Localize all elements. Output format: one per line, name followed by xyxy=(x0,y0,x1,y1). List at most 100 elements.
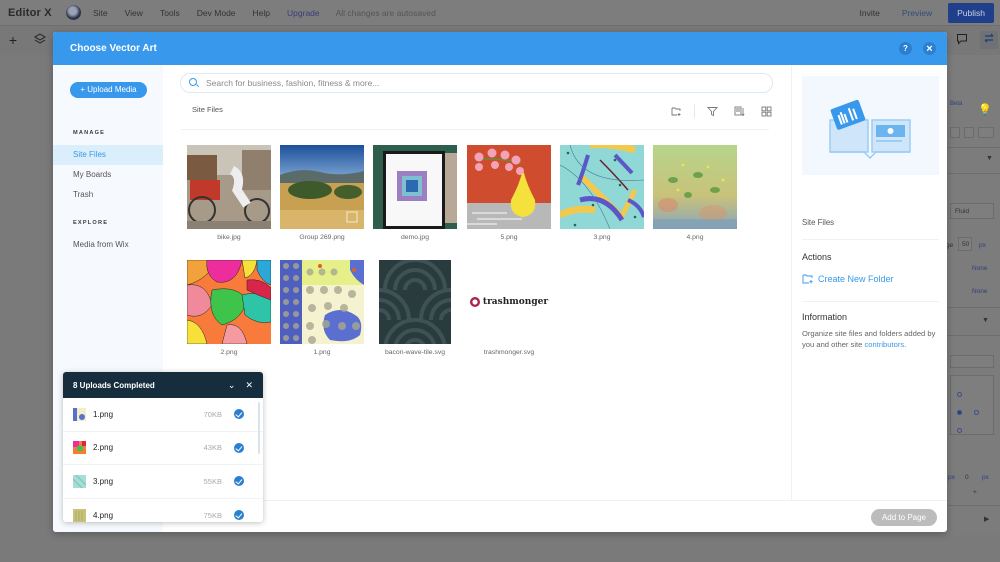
sort-icon[interactable] xyxy=(734,106,745,117)
add-to-page-button[interactable]: Add to Page xyxy=(871,509,937,526)
file-thumbnail-bike[interactable] xyxy=(187,145,271,229)
sidebar-item-site-files[interactable]: Site Files xyxy=(53,145,163,165)
check-circle-icon xyxy=(234,510,244,521)
lightbulb-icon[interactable]: 💡 xyxy=(978,103,992,116)
uploads-header: 8 Uploads Completed ⌄ ✕ xyxy=(63,372,263,398)
publish-button[interactable]: Publish xyxy=(948,2,994,23)
divider xyxy=(802,239,939,240)
scrollbar[interactable] xyxy=(258,402,260,454)
layers-icon[interactable] xyxy=(32,32,48,48)
anchor-point-selected[interactable] xyxy=(957,410,962,415)
uploads-title: 8 Uploads Completed xyxy=(73,380,155,390)
align-button[interactable] xyxy=(978,127,994,138)
trashmonger-logo-text: trashmonger xyxy=(482,297,549,307)
upload-file-name: 4.png xyxy=(93,510,114,520)
close-icon[interactable]: × xyxy=(923,42,936,55)
file-name: Group 269.png xyxy=(299,234,345,241)
file-thumbnail-2[interactable] xyxy=(187,260,271,344)
upload-media-button[interactable]: + Upload Media xyxy=(70,82,147,98)
settings-toggle-icon[interactable] xyxy=(980,31,998,49)
create-new-folder-link[interactable]: Create New Folder xyxy=(802,274,894,284)
file-item[interactable]: bacon-wave-tile.svg xyxy=(373,260,457,356)
upload-file-name: 2.png xyxy=(93,443,114,453)
file-thumbnail-3[interactable] xyxy=(560,145,644,229)
sidebar-item-trash[interactable]: Trash xyxy=(53,185,163,205)
manage-heading: MANAGE xyxy=(73,130,106,136)
menu-tools[interactable]: Tools xyxy=(160,8,180,18)
size-input[interactable]: 50 xyxy=(958,237,972,251)
sidebar-item-my-boards[interactable]: My Boards xyxy=(53,165,163,185)
comments-icon[interactable] xyxy=(954,32,970,48)
file-item[interactable]: trashmonger trashmonger.svg xyxy=(467,260,551,356)
offset-input[interactable]: 0 xyxy=(965,474,969,481)
new-folder-icon[interactable] xyxy=(671,106,682,117)
file-item[interactable]: bike.jpg xyxy=(187,145,271,241)
file-thumbnail-4[interactable] xyxy=(653,145,737,229)
trashmonger-logo-icon xyxy=(469,297,480,307)
info-panel: Site Files Actions Create New Folder Inf… xyxy=(791,65,947,500)
upload-thumbnail xyxy=(73,474,86,488)
add-icon[interactable]: + xyxy=(5,32,21,48)
file-thumbnail-5[interactable] xyxy=(467,145,551,229)
upgrade-link[interactable]: Upgrade xyxy=(287,8,320,18)
anchor-point[interactable] xyxy=(974,410,979,415)
grid-view-icon[interactable] xyxy=(761,106,772,117)
avatar[interactable] xyxy=(66,5,81,20)
preview-button[interactable]: Preview xyxy=(902,8,932,18)
align-button[interactable] xyxy=(950,127,960,138)
none-value[interactable]: None xyxy=(972,265,988,272)
help-icon[interactable]: ? xyxy=(899,42,912,55)
file-thumbnail-demo[interactable] xyxy=(373,145,457,229)
file-name: bike.jpg xyxy=(217,234,241,241)
collapse-arrow-icon[interactable]: ▼ xyxy=(982,317,989,324)
search-input[interactable] xyxy=(206,78,746,88)
menu-dev-mode[interactable]: Dev Mode xyxy=(197,8,236,18)
file-thumbnail-1[interactable] xyxy=(280,260,364,344)
upload-thumbnail xyxy=(73,441,86,455)
none-value[interactable]: None xyxy=(972,288,988,295)
file-item[interactable]: 1.png xyxy=(280,260,364,356)
fluid-select[interactable]: Fluid xyxy=(950,203,994,219)
menu-help[interactable]: Help xyxy=(253,8,270,18)
check-circle-icon xyxy=(234,442,244,453)
upload-item: 3.png 55KB xyxy=(63,465,263,499)
expand-arrow-icon[interactable]: ▶ xyxy=(984,515,989,523)
modal-header: Choose Vector Art ? × xyxy=(53,32,947,65)
file-item[interactable]: 3.png xyxy=(560,145,644,241)
close-icon[interactable]: ✕ xyxy=(245,380,253,391)
new-folder-icon xyxy=(802,274,813,284)
file-item[interactable]: 4.png xyxy=(653,145,737,241)
actions-heading: Actions xyxy=(802,252,832,262)
autosave-status: All changes are autosaved xyxy=(335,7,436,18)
invite-button[interactable]: Invite xyxy=(860,8,880,18)
upload-file-size: 70KB xyxy=(203,409,222,419)
select-box[interactable] xyxy=(950,355,994,368)
file-name: bacon-wave-tile.svg xyxy=(384,349,446,356)
sidebar-item-media-from-wix[interactable]: Media from Wix xyxy=(53,235,163,255)
upload-thumbnail xyxy=(73,407,86,421)
file-item[interactable]: 5.png xyxy=(467,145,551,241)
file-thumbnail-bacon-wave-tile[interactable] xyxy=(373,260,457,344)
file-name: 4.png xyxy=(686,234,704,241)
filter-icon[interactable] xyxy=(707,106,718,117)
file-item[interactable]: demo.jpg xyxy=(373,145,457,241)
chevron-down-icon[interactable]: ⌄ xyxy=(228,380,236,391)
file-toolbar xyxy=(663,104,780,118)
anchor-point[interactable] xyxy=(957,428,962,433)
file-item[interactable]: Group 269.png xyxy=(280,145,364,241)
align-button[interactable] xyxy=(964,127,974,138)
beta-badge: Beta xyxy=(950,101,963,107)
file-name: 2.png xyxy=(220,349,238,356)
contributors-link[interactable]: contributors xyxy=(864,340,904,349)
file-item[interactable]: 2.png xyxy=(187,260,271,356)
file-name: trashmonger.svg xyxy=(483,349,535,356)
upload-item: 1.png 70KB xyxy=(63,398,263,432)
anchor-point[interactable] xyxy=(957,392,962,397)
file-thumbnail-trashmonger[interactable]: trashmonger xyxy=(467,260,551,344)
editor-top-bar: Editor X Site View Tools Dev Mode Help U… xyxy=(0,0,1000,25)
collapse-arrow-icon[interactable]: ▼ xyxy=(986,155,993,162)
menu-site[interactable]: Site xyxy=(93,8,108,18)
breadcrumb: Site Files xyxy=(192,105,223,114)
file-thumbnail-group-269[interactable] xyxy=(280,145,364,229)
menu-view[interactable]: View xyxy=(125,8,143,18)
